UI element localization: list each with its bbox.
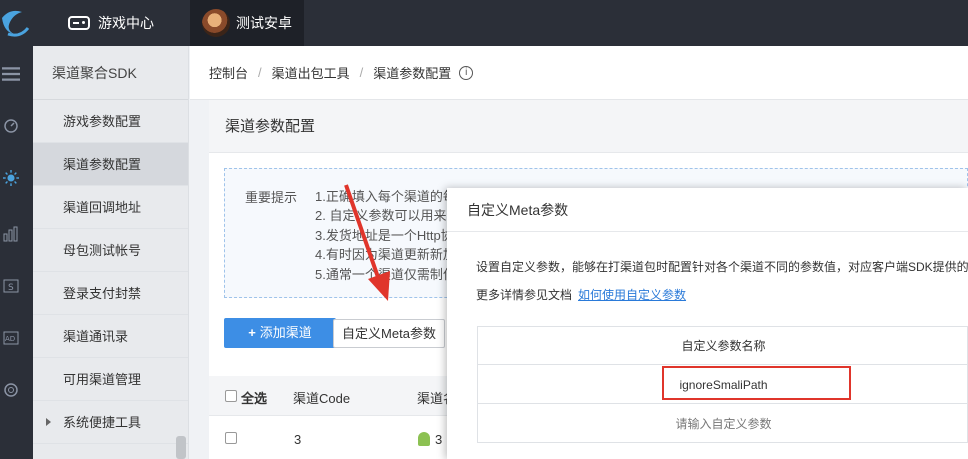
svg-text:S: S [8,283,14,293]
svg-text:AD: AD [5,335,15,343]
menu-item-login-pay-ban[interactable]: 登录支付封禁 [33,272,188,315]
game-center-tab[interactable]: 游戏中心 [56,0,186,46]
side-menu-scrollbar[interactable] [176,436,186,459]
param-name-input[interactable]: 请输入自定义参数 [478,405,968,443]
chart-icon[interactable] [2,226,20,242]
menu-item-system-tools-label: 系统便捷工具 [63,415,142,430]
red-arrow-annotation [344,184,390,301]
highlight-box-annotation [662,366,851,400]
row-checkbox[interactable] [225,432,237,444]
menu-item-test-accounts[interactable]: 母包测试帐号 [33,229,188,272]
menu-item-channel-params[interactable]: 渠道参数配置 [33,143,188,186]
menu-icon[interactable] [2,66,20,82]
breadcrumb-package-tool[interactable]: 渠道出包工具 [272,63,350,82]
android-icon [418,432,430,446]
gamepad-icon [68,16,90,30]
app-avatar [202,9,230,37]
app-name: 测试安卓 [236,15,292,31]
add-channel-label: 添加渠道 [259,325,312,340]
icon-rail: S AD [0,46,33,459]
ad-icon[interactable]: AD [2,330,20,346]
dialog-doc-line: 更多详情参见文档 如何使用自定义参数 [476,286,686,303]
menu-item-available-channels[interactable]: 可用渠道管理 [33,358,188,401]
breadcrumb-console[interactable]: 控制台 [209,63,248,82]
custom-meta-button[interactable]: 自定义Meta参数 [333,319,445,348]
row-channel-code: 3 [294,432,302,447]
breadcrumb-separator: / [258,65,262,80]
select-all-label: 全选 [241,391,268,406]
doc-link[interactable]: 如何使用自定义参数 [578,288,686,302]
param-table-header: 自定义参数名称 [478,327,968,365]
select-all-checkbox[interactable] [225,390,237,402]
custom-meta-dialog: 自定义Meta参数 设置自定义参数，能够在打渠道包时配置针对各个渠道不同的参数值… [447,188,968,459]
dashboard-icon[interactable] [2,118,20,134]
billing-icon[interactable]: S [2,278,20,294]
panel-title: 渠道参数配置 [209,100,968,153]
side-menu: 渠道聚合SDK 游戏参数配置 渠道参数配置 渠道回调地址 母包测试帐号 登录支付… [33,46,189,459]
notice-label: 重要提示 [245,190,298,205]
add-channel-button[interactable]: + 添加渠道 [224,318,336,348]
breadcrumb-separator: / [359,65,364,80]
menu-item-callback-url[interactable]: 渠道回调地址 [33,186,188,229]
info-icon[interactable]: i [459,65,474,80]
menu-item-channel-contacts[interactable]: 渠道通讯录 [33,315,188,358]
settings-icon[interactable] [2,170,20,186]
menu-item-game-params[interactable]: 游戏参数配置 [33,100,188,143]
plus-icon: + [248,325,256,340]
dialog-title: 自定义Meta参数 [447,188,968,232]
menu-title: 渠道聚合SDK [33,46,188,100]
row-channel-name: 3 [435,432,443,447]
support-icon[interactable] [2,382,20,398]
logo-icon[interactable] [0,0,34,46]
doc-prefix: 更多详情参见文档 [476,288,573,302]
current-app-tab[interactable]: 测试安卓 [190,0,304,46]
game-center-label: 游戏中心 [98,15,154,31]
breadcrumb-channel-params: 渠道参数配置 [373,66,452,81]
menu-item-system-tools[interactable]: 系统便捷工具 [33,401,188,444]
breadcrumb: 控制台 / 渠道出包工具 / 渠道参数配置 i [190,46,968,100]
col-channel-code: 渠道Code [293,391,351,406]
caret-right-icon [46,418,51,426]
top-bar: 游戏中心 测试安卓 [0,0,968,46]
dialog-description: 设置自定义参数，能够在打渠道包时配置针对各个渠道不同的参数值，对应客户端SDK提… [476,260,968,274]
